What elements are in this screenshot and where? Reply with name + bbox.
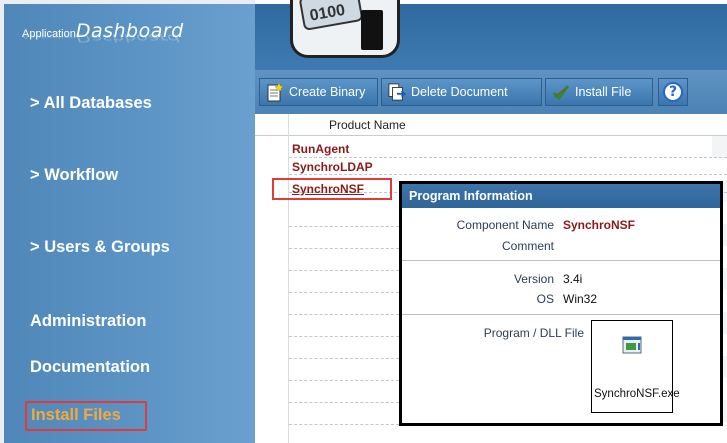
empty-row	[289, 336, 399, 337]
program-file-name[interactable]: SynchroNSF.exe	[594, 388, 680, 400]
os-label: OS	[536, 292, 554, 306]
help-icon: ?	[663, 82, 683, 102]
empty-row	[289, 270, 399, 271]
exe-file-icon	[622, 336, 642, 354]
component-name-label: Component Name	[412, 218, 554, 232]
os-value: Win32	[563, 292, 598, 306]
empty-row	[289, 314, 399, 315]
delete-document-button[interactable]: Delete Document	[381, 78, 542, 106]
sidebar-item-administration[interactable]: Administration	[30, 312, 146, 331]
popup-body: Component Name SynchroNSF Comment Versio…	[402, 208, 720, 423]
program-dll-file-label: Program / DLL File	[483, 326, 584, 340]
logo-reflection-big: Dashboard	[75, 31, 180, 44]
help-button[interactable]: ?	[658, 78, 688, 106]
version-label: Version	[513, 272, 554, 286]
install-files-highlight	[25, 401, 147, 431]
sidebar-item-workflow[interactable]: > Workflow	[30, 166, 118, 185]
popup-separator	[402, 314, 720, 315]
install-file-icon	[552, 82, 570, 102]
create-binary-label: Create Binary	[289, 85, 366, 99]
list-header: Product Name	[255, 114, 727, 136]
logo-reflection-small: Application	[22, 33, 76, 40]
install-file-button[interactable]: Install File	[545, 78, 653, 106]
list-item-runagent[interactable]: RunAgent	[292, 142, 349, 156]
logo-reflection: ApplicationDashboard	[22, 32, 179, 44]
empty-row	[289, 380, 399, 381]
component-name-label-text: Component Name	[456, 218, 554, 232]
sidebar-item-users-groups[interactable]: > Users & Groups	[30, 238, 170, 257]
empty-row	[289, 226, 399, 227]
floppy-disk-graphic: 0100	[290, 0, 400, 58]
empty-row	[289, 424, 399, 425]
version-value: 3.4i	[563, 272, 583, 286]
popup-separator	[402, 260, 720, 261]
comment-label: Comment	[501, 239, 554, 253]
table-row	[289, 143, 727, 158]
empty-row	[289, 248, 399, 249]
empty-row	[289, 402, 399, 403]
list-item-synchroldap[interactable]: SynchroLDAP	[292, 160, 373, 174]
empty-row	[289, 292, 399, 293]
program-file-box[interactable]: SynchroNSF.exe	[591, 320, 680, 413]
sidebar-item-all-databases[interactable]: > All Databases	[30, 94, 152, 113]
program-information-popup: Program Information Component Name Synch…	[399, 181, 723, 426]
empty-row	[289, 358, 399, 359]
disk-slot	[361, 10, 383, 50]
create-binary-icon	[266, 82, 284, 102]
delete-document-label: Delete Document	[411, 85, 508, 99]
selected-row-highlight	[272, 178, 392, 200]
popup-title: Program Information	[402, 184, 720, 208]
component-name-value: SynchroNSF	[563, 218, 636, 232]
delete-document-icon	[388, 82, 406, 102]
sidebar-item-documentation[interactable]: Documentation	[30, 358, 150, 377]
install-file-label: Install File	[575, 85, 632, 99]
create-binary-button[interactable]: Create Binary	[259, 78, 378, 106]
disk-label: 0100	[298, 0, 364, 31]
column-header-product-name[interactable]: Product Name	[329, 118, 406, 132]
